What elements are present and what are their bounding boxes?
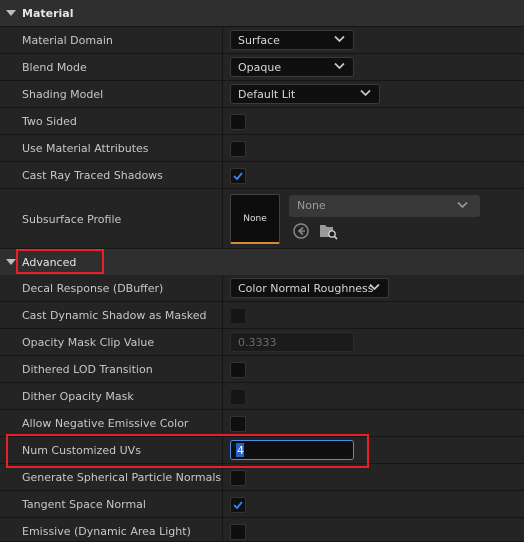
- dropdown-value: Opaque: [238, 61, 282, 74]
- property-label: Generate Spherical Particle Normals: [22, 471, 222, 484]
- property-label: Tangent Space Normal: [22, 498, 146, 511]
- use-material-attributes-checkbox[interactable]: [230, 141, 246, 157]
- dither-opacity-mask-checkbox[interactable]: [230, 389, 246, 405]
- row-use-material-attributes: Use Material Attributes: [0, 135, 524, 162]
- emissive-dynamic-area-light-checkbox[interactable]: [230, 524, 246, 540]
- row-two-sided: Two Sided: [0, 108, 524, 135]
- chevron-down-icon: [334, 35, 345, 43]
- property-label: Emissive (Dynamic Area Light): [22, 525, 191, 538]
- column-divider[interactable]: [222, 189, 223, 248]
- column-divider[interactable]: [222, 383, 223, 409]
- column-divider[interactable]: [222, 108, 223, 134]
- column-divider[interactable]: [222, 437, 223, 463]
- property-label: Shading Model: [22, 88, 104, 101]
- row-allow-negative-emissive-color: Allow Negative Emissive Color: [0, 410, 524, 437]
- generate-spherical-particle-normals-checkbox[interactable]: [230, 470, 246, 486]
- num-customized-uvs-field[interactable]: 4: [230, 440, 354, 460]
- category-label: Material: [22, 7, 74, 20]
- row-opacity-mask-clip-value: Opacity Mask Clip Value 0.3333: [0, 329, 524, 356]
- property-label: Cast Ray Traced Shadows: [22, 169, 163, 182]
- column-divider[interactable]: [222, 275, 223, 301]
- thumbnail-label: None: [243, 214, 267, 224]
- row-cast-ray-traced-shadows: Cast Ray Traced Shadows: [0, 162, 524, 189]
- row-dithered-lod-transition: Dithered LOD Transition: [0, 356, 524, 383]
- row-emissive-dynamic-area-light: Emissive (Dynamic Area Light): [0, 518, 524, 542]
- property-label: Two Sided: [22, 115, 77, 128]
- column-divider[interactable]: [222, 491, 223, 517]
- property-label: Dither Opacity Mask: [22, 390, 134, 403]
- row-blend-mode: Blend Mode Opaque: [0, 54, 524, 81]
- row-generate-spherical-particle-normals: Generate Spherical Particle Normals: [0, 464, 524, 491]
- checkmark-icon: [233, 501, 243, 510]
- chevron-down-icon: [360, 89, 371, 97]
- expand-triangle-icon[interactable]: [6, 259, 16, 265]
- row-material-domain: Material Domain Surface: [0, 27, 524, 54]
- dropdown-value: Color Normal Roughness: [238, 282, 374, 295]
- column-divider[interactable]: [222, 162, 223, 188]
- row-cast-dynamic-shadow-as-masked: Cast Dynamic Shadow as Masked: [0, 302, 524, 329]
- category-material[interactable]: Material: [0, 0, 524, 27]
- field-value: 0.3333: [238, 336, 277, 349]
- dropdown-value: Surface: [238, 34, 280, 47]
- browse-folder-icon[interactable]: [319, 222, 339, 240]
- property-label: Subsurface Profile: [22, 213, 122, 226]
- row-shading-model: Shading Model Default Lit: [0, 81, 524, 108]
- column-divider[interactable]: [222, 135, 223, 161]
- category-label: Advanced: [22, 256, 77, 269]
- category-advanced[interactable]: Advanced: [0, 249, 524, 276]
- allow-negative-emissive-color-checkbox[interactable]: [230, 416, 246, 432]
- expand-triangle-icon[interactable]: [6, 10, 16, 16]
- property-label: Num Customized UVs: [22, 444, 141, 457]
- column-divider[interactable]: [222, 81, 223, 107]
- tangent-space-normal-checkbox[interactable]: [230, 497, 246, 513]
- column-divider[interactable]: [222, 302, 223, 328]
- column-divider[interactable]: [222, 464, 223, 490]
- column-divider[interactable]: [222, 54, 223, 80]
- row-decal-response: Decal Response (DBuffer) Color Normal Ro…: [0, 275, 524, 302]
- reset-arrow-icon[interactable]: [292, 222, 310, 240]
- chevron-down-icon: [334, 62, 345, 70]
- dithered-lod-transition-checkbox[interactable]: [230, 362, 246, 378]
- property-label: Opacity Mask Clip Value: [22, 336, 155, 349]
- column-divider[interactable]: [222, 518, 223, 541]
- subsurface-profile-thumbnail[interactable]: None: [230, 194, 280, 244]
- decal-response-dropdown[interactable]: Color Normal Roughness: [230, 278, 389, 298]
- blend-mode-dropdown[interactable]: Opaque: [230, 57, 354, 77]
- row-dither-opacity-mask: Dither Opacity Mask: [0, 383, 524, 410]
- row-tangent-space-normal: Tangent Space Normal: [0, 491, 524, 518]
- property-label: Cast Dynamic Shadow as Masked: [22, 309, 207, 322]
- column-divider[interactable]: [222, 329, 223, 355]
- opacity-mask-clip-value-field[interactable]: 0.3333: [230, 332, 354, 352]
- chevron-down-icon: [369, 283, 380, 291]
- dropdown-value: Default Lit: [238, 88, 296, 101]
- shading-model-dropdown[interactable]: Default Lit: [230, 84, 380, 104]
- property-label: Material Domain: [22, 34, 113, 47]
- two-sided-checkbox[interactable]: [230, 114, 246, 130]
- property-label: Dithered LOD Transition: [22, 363, 153, 376]
- column-divider[interactable]: [222, 27, 223, 53]
- chevron-down-icon: [457, 201, 468, 209]
- asset-picker-value: None: [297, 199, 326, 212]
- cast-ray-traced-shadows-checkbox[interactable]: [230, 168, 246, 184]
- property-label: Decal Response (DBuffer): [22, 282, 164, 295]
- row-num-customized-uvs: Num Customized UVs 4: [0, 437, 524, 464]
- cast-dynamic-shadow-as-masked-checkbox[interactable]: [230, 308, 246, 324]
- column-divider[interactable]: [222, 410, 223, 436]
- checkmark-icon: [233, 172, 243, 181]
- column-divider[interactable]: [222, 356, 223, 382]
- subsurface-profile-asset-picker[interactable]: None: [289, 195, 480, 217]
- property-label: Blend Mode: [22, 61, 87, 74]
- material-domain-dropdown[interactable]: Surface: [230, 30, 354, 50]
- field-value: 4: [237, 444, 244, 457]
- property-label: Allow Negative Emissive Color: [22, 417, 189, 430]
- property-label: Use Material Attributes: [22, 142, 149, 155]
